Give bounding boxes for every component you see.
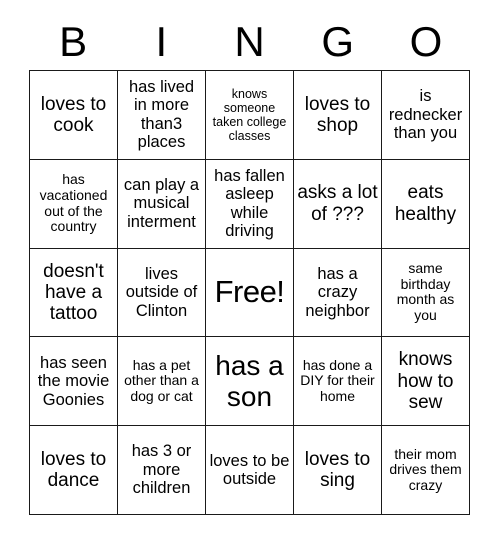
bingo-grid: loves to cook has lived in more than3 pla…: [29, 70, 470, 515]
bingo-cell-label: knows someone taken college classes: [212, 86, 287, 143]
bingo-cell[interactable]: lives outside of Clinton: [118, 248, 206, 338]
bingo-cell-label: their mom drives them crazy: [389, 445, 462, 493]
bingo-cell-label: has fallen asleep while driving: [214, 166, 285, 241]
bingo-cell[interactable]: has seen the movie Goonies: [30, 337, 118, 427]
bingo-header-letter-5: O: [409, 18, 443, 65]
bingo-cell[interactable]: loves to cook: [30, 71, 118, 160]
bingo-cell-label: loves to be outside: [209, 451, 290, 489]
bingo-cell[interactable]: has a son: [206, 337, 294, 427]
bingo-cell-label: has done a DIY for their home: [300, 356, 375, 405]
bingo-cell-label: is rednecker than you: [388, 87, 463, 143]
bingo-cell[interactable]: knows someone taken college classes: [206, 71, 294, 160]
bingo-cell-label: has a crazy neighbor: [305, 264, 370, 320]
bingo-cell[interactable]: loves to shop: [294, 71, 382, 160]
bingo-cell[interactable]: knows how to sew: [382, 337, 470, 427]
bingo-header-letter-4: G: [321, 18, 355, 65]
bingo-card: B I N G O loves to cook has lived in more tha…: [0, 0, 500, 544]
bingo-cell-label: has seen the movie Goonies: [37, 353, 110, 409]
bingo-cell[interactable]: same birthday month as you: [382, 248, 470, 338]
bingo-cell[interactable]: loves to be outside: [206, 426, 294, 515]
bingo-cell[interactable]: doesn't have a tattoo: [30, 248, 118, 338]
bingo-cell-label: doesn't have a tattoo: [43, 260, 104, 325]
bingo-cell[interactable]: loves to dance: [30, 426, 118, 515]
bingo-cell[interactable]: their mom drives them crazy: [382, 426, 470, 515]
bingo-cell-label: has vacationed out of the country: [39, 171, 108, 235]
bingo-cell[interactable]: has 3 or more children: [118, 426, 206, 515]
bingo-cell[interactable]: asks a lot of ???: [294, 159, 382, 249]
bingo-cell-label: knows how to sew: [397, 349, 454, 413]
bingo-cell[interactable]: has fallen asleep while driving: [206, 159, 294, 249]
bingo-cell-label: loves to cook: [40, 93, 107, 136]
bingo-header: BINGO: [29, 14, 470, 70]
bingo-cell[interactable]: has a pet other than a dog or cat: [118, 337, 206, 427]
bingo-cell[interactable]: has vacationed out of the country: [30, 159, 118, 249]
bingo-cell-label: asks a lot of ???: [297, 182, 378, 225]
bingo-cell-label: has lived in more than3 places: [128, 77, 195, 152]
bingo-cell[interactable]: can play a musical interment: [118, 159, 206, 249]
bingo-cell-label: loves to sing: [304, 448, 371, 492]
bingo-cell[interactable]: has lived in more than3 places: [118, 71, 206, 160]
bingo-cell-label: has a son: [215, 349, 284, 413]
bingo-cell[interactable]: eats healthy: [382, 159, 470, 249]
bingo-free-cell[interactable]: Free!: [206, 248, 294, 338]
bingo-cell[interactable]: loves to sing: [294, 426, 382, 515]
bingo-header-letter-2: I: [155, 18, 168, 65]
bingo-cell-label: has a pet other than a dog or cat: [124, 356, 199, 405]
bingo-cell[interactable]: has done a DIY for their home: [294, 337, 382, 427]
bingo-header-letter-1: B: [59, 18, 88, 65]
bingo-cell-label: loves to shop: [304, 93, 371, 136]
bingo-cell-label: has 3 or more children: [131, 442, 192, 498]
bingo-cell-label: same birthday month as you: [396, 260, 455, 324]
bingo-header-letter-3: N: [234, 18, 265, 65]
bingo-cell-label: eats healthy: [394, 182, 457, 225]
bingo-cell-label: lives outside of Clinton: [125, 264, 198, 320]
bingo-cell[interactable]: has a crazy neighbor: [294, 248, 382, 338]
bingo-cell-label: loves to dance: [40, 448, 107, 492]
bingo-cell-label: can play a musical interment: [123, 175, 200, 231]
bingo-cell[interactable]: is rednecker than you: [382, 71, 470, 160]
bingo-cell-label: Free!: [214, 274, 285, 310]
